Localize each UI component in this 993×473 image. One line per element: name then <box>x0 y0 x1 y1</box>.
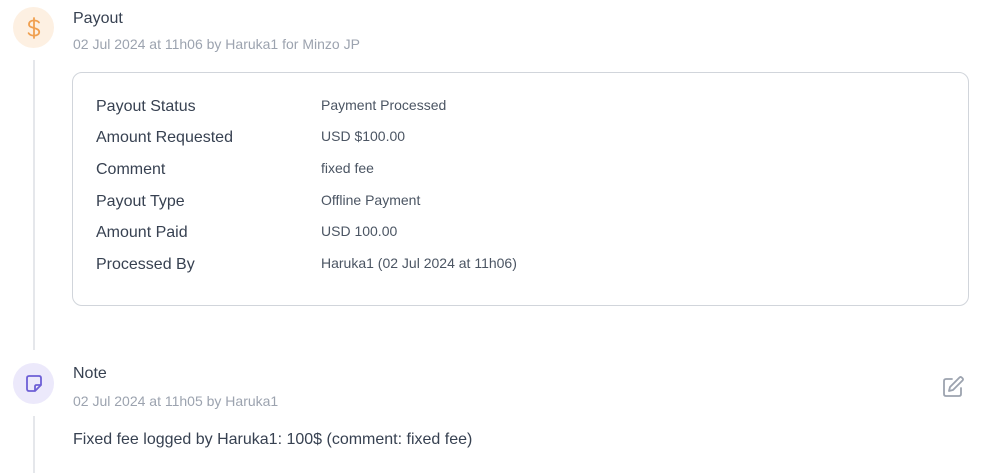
event-meta: 02 Jul 2024 at 11h05 by Haruka1 <box>73 393 279 409</box>
event-title: Payout <box>73 10 123 27</box>
detail-value: USD $100.00 <box>321 128 406 144</box>
detail-label: Comment <box>96 161 166 178</box>
detail-value: USD 100.00 <box>321 223 398 239</box>
detail-value: Haruka1 (02 Jul 2024 at 11h06) <box>321 255 517 271</box>
detail-label: Processed By <box>96 256 195 273</box>
detail-label: Payout Status <box>96 98 196 115</box>
timeline-connector <box>33 416 35 473</box>
detail-value: Offline Payment <box>321 192 421 208</box>
edit-icon <box>943 376 964 397</box>
note-body: Fixed fee logged by Haruka1: 100$ (comme… <box>73 431 473 448</box>
sticky-note-icon <box>13 363 54 404</box>
edit-note-button[interactable] <box>940 374 966 400</box>
detail-label: Amount Paid <box>96 224 188 241</box>
detail-label: Amount Requested <box>96 129 233 146</box>
detail-value: Payment Processed <box>321 97 447 113</box>
dollar-icon <box>13 7 54 48</box>
event-title: Note <box>73 365 107 382</box>
event-meta: 02 Jul 2024 at 11h06 by Haruka1 for Minz… <box>73 36 360 52</box>
timeline-connector <box>33 60 35 350</box>
payout-details-card: Payout Status Payment Processed Amount R… <box>72 72 969 306</box>
detail-label: Payout Type <box>96 193 185 210</box>
detail-value: fixed fee <box>321 160 374 176</box>
